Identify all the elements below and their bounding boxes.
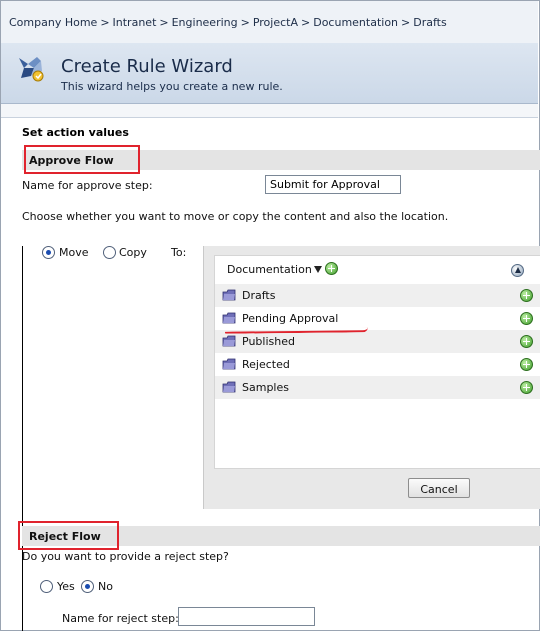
reject-flow-highlight	[18, 521, 119, 550]
breadcrumb-item-drafts[interactable]: Drafts	[413, 16, 446, 29]
reject-yes-radio[interactable]	[40, 580, 53, 593]
breadcrumb-item-documentation[interactable]: Documentation	[313, 16, 398, 29]
folder-label: Published	[242, 335, 295, 348]
section-title: Set action values	[22, 126, 129, 139]
reject-no-radio[interactable]	[81, 580, 94, 593]
folder-row[interactable]: Rejected	[215, 353, 540, 376]
wizard-header: Create Rule Wizard This wizard helps you…	[1, 43, 538, 104]
add-folder-icon[interactable]	[520, 289, 533, 302]
approve-name-field[interactable]	[265, 175, 401, 194]
breadcrumb-item-projecta[interactable]: ProjectA	[253, 16, 298, 29]
cancel-button[interactable]: Cancel	[408, 478, 470, 498]
move-radio[interactable]	[42, 246, 55, 259]
reject-yes-label: Yes	[57, 580, 75, 593]
breadcrumb-separator: >	[159, 16, 169, 29]
breadcrumb-item-company-home[interactable]: Company Home	[9, 16, 97, 29]
folder-icon	[222, 358, 236, 370]
breadcrumb-separator: >	[401, 16, 411, 29]
add-folder-icon[interactable]	[520, 312, 533, 325]
move-label: Move	[59, 246, 89, 259]
breadcrumb-item-intranet[interactable]: Intranet	[113, 16, 157, 29]
breadcrumb-separator: >	[301, 16, 311, 29]
folder-label: Rejected	[242, 358, 290, 371]
folder-label: Samples	[242, 381, 289, 394]
folder-label: Drafts	[242, 289, 276, 302]
to-label: To:	[171, 246, 187, 259]
breadcrumb-separator: >	[240, 16, 250, 29]
folder-picker: Documentation Drafts Pending Approval Pu…	[203, 246, 540, 509]
reject-question: Do you want to provide a reject step?	[22, 550, 229, 563]
current-folder-label[interactable]: Documentation	[227, 263, 312, 276]
approve-name-label: Name for approve step:	[22, 179, 153, 192]
navigate-up-icon[interactable]	[511, 264, 524, 277]
reject-name-field[interactable]	[178, 607, 315, 626]
wizard-icon	[19, 57, 44, 82]
folder-icon	[222, 335, 236, 347]
folder-row[interactable]: Drafts	[215, 284, 540, 307]
add-folder-icon[interactable]	[520, 335, 533, 348]
wizard-subtitle: This wizard helps you create a new rule.	[61, 80, 283, 93]
folder-icon	[222, 312, 236, 324]
content-border	[22, 246, 23, 631]
copy-label: Copy	[119, 246, 147, 259]
folder-row[interactable]: Samples	[215, 376, 540, 399]
folder-row[interactable]: Published	[215, 330, 540, 353]
folder-row[interactable]: Pending Approval	[215, 307, 540, 330]
approve-instructions: Choose whether you want to move or copy …	[22, 210, 449, 223]
wizard-title: Create Rule Wizard	[61, 56, 233, 77]
add-current-folder-icon[interactable]	[325, 262, 338, 275]
reject-name-label: Name for reject step:	[62, 612, 179, 625]
copy-radio[interactable]	[103, 246, 116, 259]
add-folder-icon[interactable]	[520, 358, 533, 371]
breadcrumb: Company Home > Intranet > Engineering > Projec…	[1, 1, 538, 44]
folder-list-panel: Documentation Drafts Pending Approval Pu…	[214, 255, 540, 469]
folder-icon	[222, 381, 236, 393]
breadcrumb-item-engineering[interactable]: Engineering	[172, 16, 238, 29]
folder-icon	[222, 289, 236, 301]
folder-picker-header: Documentation	[215, 256, 540, 282]
approve-flow-highlight	[24, 145, 140, 174]
reject-no-label: No	[98, 580, 113, 593]
header-spacer	[1, 104, 538, 118]
folder-label: Pending Approval	[242, 312, 339, 325]
breadcrumb-separator: >	[100, 16, 110, 29]
add-folder-icon[interactable]	[520, 381, 533, 394]
dropdown-arrow-icon[interactable]	[314, 266, 322, 273]
